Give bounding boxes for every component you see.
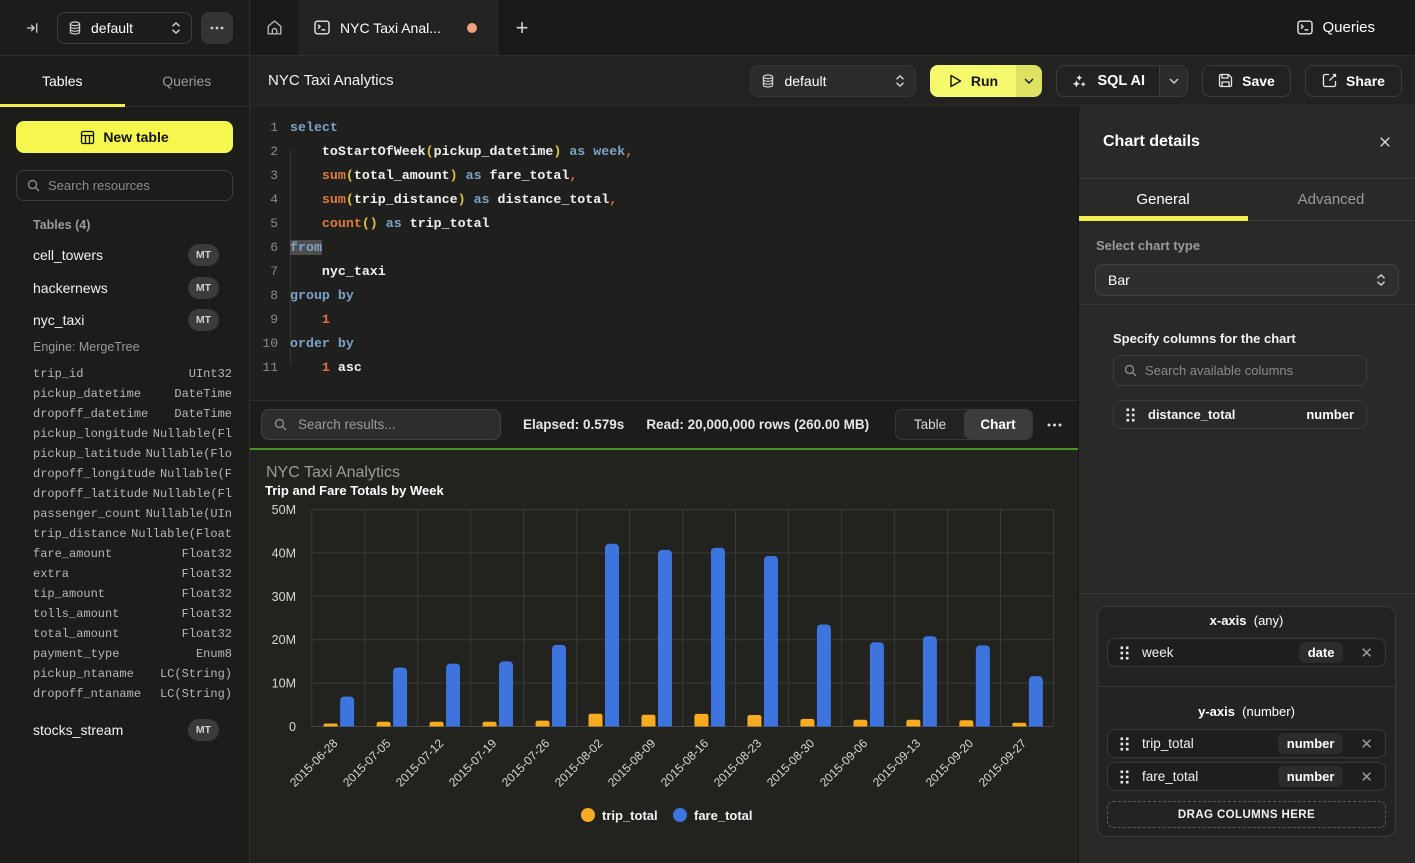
svg-text:2015-08-02: 2015-08-02: [552, 736, 606, 790]
svg-text:40M: 40M: [272, 546, 296, 560]
svg-text:2015-07-05: 2015-07-05: [340, 736, 394, 790]
svg-text:50M: 50M: [272, 503, 296, 517]
svg-text:20M: 20M: [272, 633, 296, 647]
svg-text:2015-06-28: 2015-06-28: [287, 736, 341, 790]
svg-text:2015-07-19: 2015-07-19: [446, 736, 500, 790]
svg-text:NYC Taxi Analytics: NYC Taxi Analytics: [266, 464, 400, 481]
svg-text:2015-09-27: 2015-09-27: [976, 736, 1030, 790]
svg-text:2015-08-16: 2015-08-16: [658, 736, 712, 790]
svg-text:2015-08-09: 2015-08-09: [605, 736, 659, 790]
svg-text:2015-07-12: 2015-07-12: [393, 736, 447, 790]
svg-text:2015-09-20: 2015-09-20: [923, 736, 977, 790]
svg-text:10M: 10M: [272, 677, 296, 691]
svg-text:fare_total: fare_total: [694, 808, 753, 823]
svg-text:2015-09-06: 2015-09-06: [817, 736, 871, 790]
svg-text:0: 0: [289, 720, 296, 734]
svg-text:30M: 30M: [272, 590, 296, 604]
svg-text:2015-07-26: 2015-07-26: [499, 736, 553, 790]
svg-text:2015-08-23: 2015-08-23: [711, 736, 765, 790]
svg-text:trip_total: trip_total: [602, 808, 658, 823]
svg-text:2015-09-13: 2015-09-13: [870, 736, 924, 790]
svg-text:2015-08-30: 2015-08-30: [764, 736, 818, 790]
svg-text:Trip and Fare Totals by Week: Trip and Fare Totals by Week: [265, 483, 444, 498]
